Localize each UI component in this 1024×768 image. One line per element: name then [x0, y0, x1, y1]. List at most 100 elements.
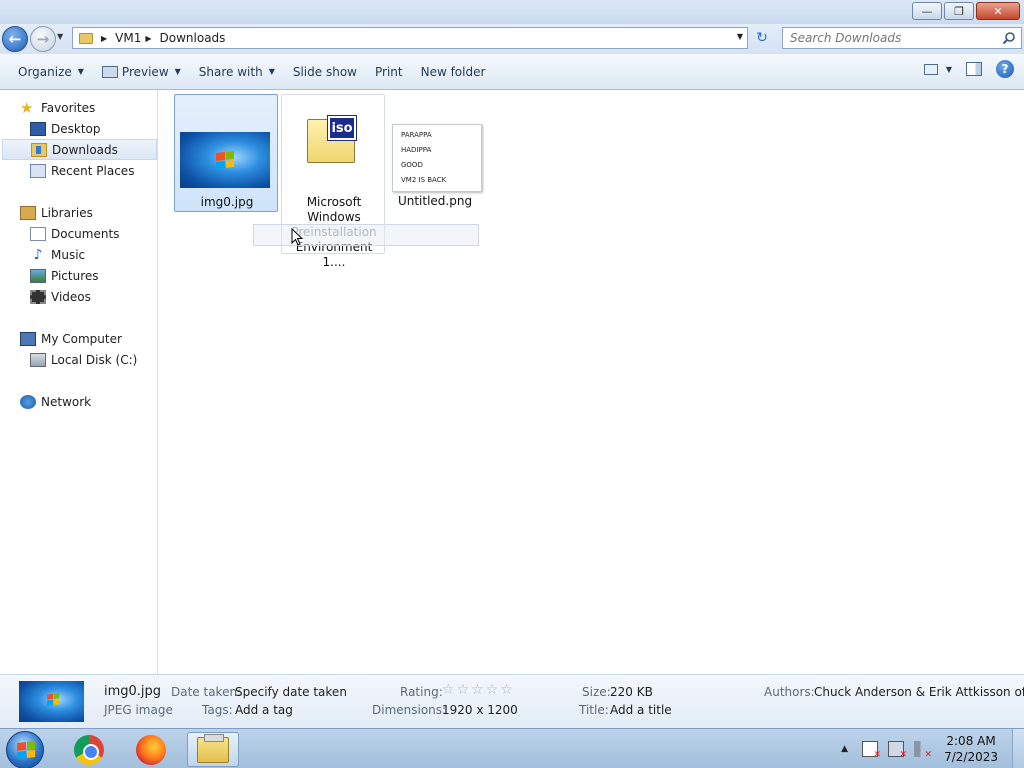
- computer-group: My Computer Local Disk (C:): [0, 328, 158, 370]
- sidebar-item-label: Libraries: [41, 205, 93, 220]
- taskbar-firefox[interactable]: [125, 732, 177, 767]
- show-hidden-icons-icon[interactable]: ▲: [841, 744, 848, 754]
- file-name: Untitled.png: [397, 194, 473, 208]
- network-disconnected-icon[interactable]: [888, 741, 907, 760]
- close-button[interactable]: ✕: [976, 2, 1020, 20]
- start-button[interactable]: [6, 731, 44, 768]
- date-taken-field[interactable]: Specify date taken: [235, 685, 347, 699]
- libraries-icon: [20, 205, 36, 220]
- details-pane: img0.jpg JPEG image Date taken: Specify …: [0, 674, 1024, 728]
- file-name-line: Windows: [307, 210, 361, 224]
- breadcrumb-vm1[interactable]: VM1: [115, 31, 141, 45]
- sidebar-item-libraries[interactable]: Libraries: [0, 202, 158, 223]
- taskbar-chrome[interactable]: [63, 732, 115, 767]
- system-tray: ▲ 2:08 AM 7/2/2023: [841, 729, 1024, 768]
- windows-logo-icon: [17, 741, 35, 759]
- rating-stars[interactable]: ☆☆☆☆☆: [442, 682, 515, 698]
- share-with-label: Share with: [198, 64, 263, 79]
- windows-logo-icon: [47, 693, 59, 706]
- maximize-button[interactable]: ❐: [944, 2, 974, 20]
- date-taken-label: Date taken:: [171, 685, 242, 699]
- authors-field[interactable]: Chuck Anderson & Erik Attkisson of...: [814, 685, 1024, 699]
- sidebar-item-favorites[interactable]: ★ Favorites: [0, 97, 158, 118]
- preview-button[interactable]: Preview ▼: [93, 60, 190, 84]
- pictures-icon: [30, 268, 46, 283]
- png-thumbnail: PARAPPA HADIPPA GOOD VM2 IS BACK: [392, 124, 482, 192]
- windows-wallpaper-thumbnail: [180, 132, 270, 188]
- sidebar-item-label: Videos: [51, 289, 91, 304]
- chevron-down-icon: ▼: [77, 67, 84, 76]
- taskbar-explorer[interactable]: [187, 732, 239, 767]
- search-box[interactable]: [782, 27, 1022, 49]
- windows-logo-icon: [216, 151, 234, 169]
- minimize-button[interactable]: —: [912, 2, 942, 20]
- new-folder-button[interactable]: New folder: [412, 60, 495, 84]
- search-input[interactable]: [790, 31, 995, 45]
- chevron-down-icon: ▼: [268, 67, 275, 76]
- recent-pages-dropdown-icon[interactable]: ▼: [57, 32, 63, 41]
- computer-icon: [20, 331, 36, 346]
- tags-field[interactable]: Add a tag: [235, 703, 293, 717]
- sidebar-item-local-disk[interactable]: Local Disk (C:): [0, 349, 158, 370]
- favorites-group: ★ Favorites Desktop Downloads Recent Pla…: [0, 97, 158, 181]
- sidebar-item-downloads[interactable]: Downloads: [2, 139, 157, 160]
- help-icon[interactable]: ?: [996, 60, 1014, 78]
- sidebar-item-pictures[interactable]: Pictures: [0, 265, 158, 286]
- share-with-button[interactable]: Share with ▼: [190, 60, 284, 84]
- show-desktop-button[interactable]: [1012, 729, 1024, 768]
- file-name: img0.jpg: [200, 195, 254, 209]
- size-value: 220 KB: [610, 685, 653, 699]
- drag-selection-rectangle: [253, 224, 479, 246]
- star-icon[interactable]: ☆: [471, 682, 486, 698]
- navigation-pane: ★ Favorites Desktop Downloads Recent Pla…: [0, 90, 158, 674]
- sidebar-item-label: Network: [41, 394, 92, 409]
- sidebar-item-recent-places[interactable]: Recent Places: [0, 160, 158, 181]
- file-item-img0[interactable]: img0.jpg: [174, 94, 278, 212]
- star-icon[interactable]: ☆: [442, 682, 457, 698]
- details-file-name: img0.jpg: [104, 684, 162, 699]
- file-name-line: Microsoft: [306, 195, 362, 209]
- sidebar-item-documents[interactable]: Documents: [0, 223, 158, 244]
- sidebar-item-label: Music: [51, 247, 86, 262]
- chevron-right-icon[interactable]: ▶: [101, 34, 107, 43]
- organize-button[interactable]: Organize ▼: [9, 60, 93, 84]
- address-bar[interactable]: ▶ VM1 ▶ Downloads ▼: [72, 27, 748, 49]
- slide-show-button[interactable]: Slide show: [284, 60, 366, 84]
- chevron-down-icon: ▼: [174, 67, 181, 76]
- sidebar-item-network[interactable]: Network: [0, 391, 158, 412]
- downloads-folder-icon: [31, 142, 47, 157]
- sidebar-item-label: Local Disk (C:): [51, 352, 138, 367]
- change-view-button[interactable]: ▼: [923, 63, 952, 75]
- network-icon: [20, 394, 36, 409]
- volume-muted-icon[interactable]: [914, 741, 932, 760]
- clock[interactable]: 2:08 AM 7/2/2023: [944, 733, 998, 765]
- thumbnail-text: HADIPPA: [401, 146, 432, 154]
- star-icon[interactable]: ☆: [486, 682, 501, 698]
- print-button[interactable]: Print: [366, 60, 412, 84]
- preview-pane-icon[interactable]: [966, 62, 982, 76]
- action-center-alert-icon[interactable]: [862, 741, 881, 760]
- sidebar-item-my-computer[interactable]: My Computer: [0, 328, 158, 349]
- refresh-icon[interactable]: ↻: [752, 28, 772, 48]
- star-icon: ★: [20, 98, 34, 117]
- star-icon[interactable]: ☆: [457, 682, 472, 698]
- chevron-right-icon[interactable]: ▶: [145, 34, 151, 43]
- search-icon[interactable]: [1002, 31, 1016, 45]
- rating-label: Rating:: [400, 685, 443, 699]
- desktop-icon: [30, 121, 46, 136]
- star-icon[interactable]: ☆: [500, 682, 515, 698]
- window-controls: — ❐ ✕: [912, 2, 1020, 20]
- sidebar-item-music[interactable]: ♪ Music: [0, 244, 158, 265]
- tags-label: Tags:: [202, 703, 233, 717]
- breadcrumb-downloads[interactable]: Downloads: [160, 31, 226, 45]
- file-list[interactable]: img0.jpg iso Microsoft Windows Preinstal…: [159, 90, 1024, 674]
- file-item-untitled-png[interactable]: PARAPPA HADIPPA GOOD VM2 IS BACK Untitle…: [383, 94, 487, 212]
- forward-button[interactable]: →: [30, 26, 56, 52]
- sidebar-item-desktop[interactable]: Desktop: [0, 118, 158, 139]
- back-button[interactable]: ←: [2, 26, 28, 52]
- chevron-down-icon: ▼: [945, 64, 952, 74]
- sidebar-item-videos[interactable]: Videos: [0, 286, 158, 307]
- thumbnail-text: VM2 IS BACK: [401, 176, 447, 184]
- title-field[interactable]: Add a title: [610, 703, 672, 717]
- address-dropdown-icon[interactable]: ▼: [737, 32, 743, 41]
